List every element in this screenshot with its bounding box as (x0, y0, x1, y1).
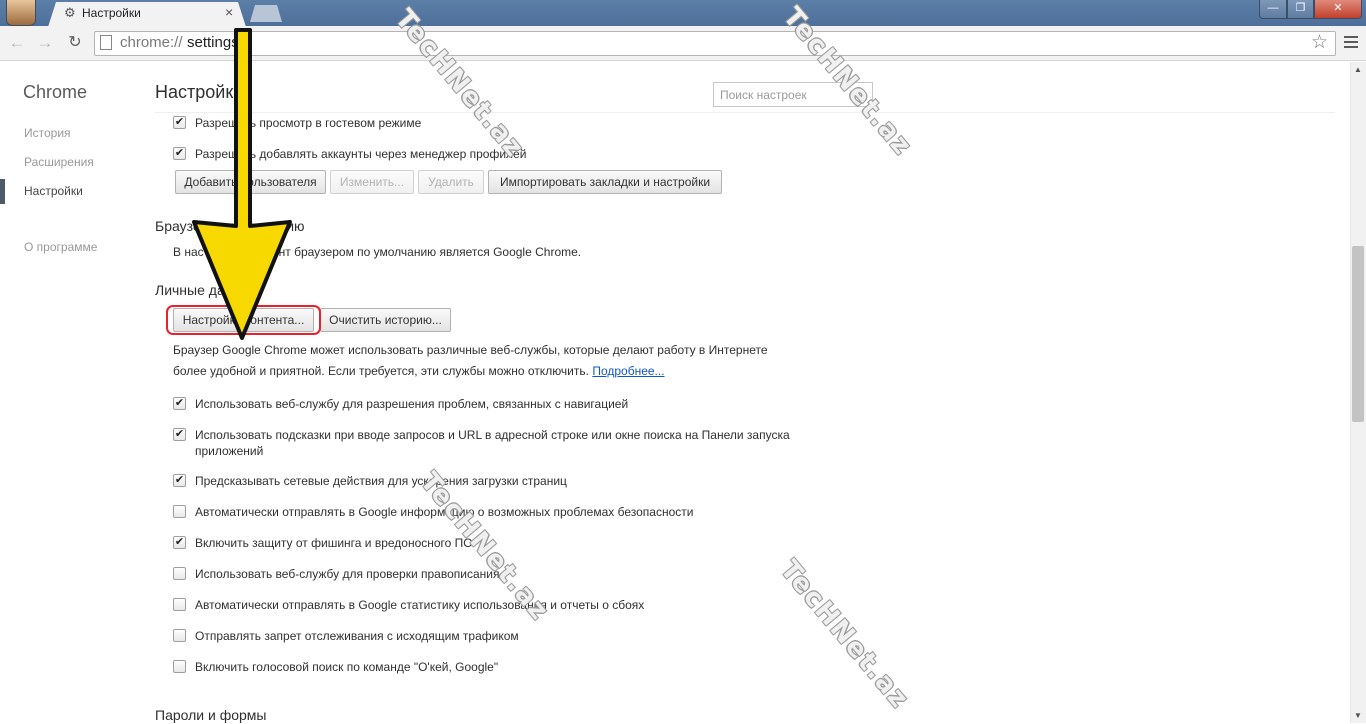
delete-user-button[interactable]: Удалить (418, 170, 484, 194)
privacy-description-line2: более удобной и приятной. Если требуется… (173, 361, 665, 381)
reload-icon[interactable]: ↻ (64, 33, 86, 53)
spellcheck-service-label: Использовать веб-службу для проверки пра… (195, 567, 500, 581)
phishing-protection-checkbox[interactable]: ✔ (173, 536, 186, 549)
watermark: TecHNet.az (774, 555, 915, 715)
close-tab-icon[interactable]: × (225, 5, 233, 19)
voice-search-label: Включить голосовой поиск по команде "О'к… (195, 660, 499, 674)
bookmark-star-icon[interactable]: ☆ (1311, 31, 1328, 55)
gear-icon: ⚙ (64, 5, 76, 20)
scrollbar-thumb[interactable] (1352, 246, 1364, 422)
forward-arrow-icon[interactable]: → (34, 33, 56, 53)
search-suggestions-label-line2: приложений (195, 444, 264, 458)
predict-network-checkbox[interactable]: ✔ (173, 474, 186, 487)
usage-stats-label: Автоматически отправлять в Google статис… (195, 598, 645, 612)
tab-title: Настройки (82, 6, 141, 20)
nav-error-service-checkbox[interactable]: ✔ (173, 397, 186, 410)
minimize-button[interactable]: — (1259, 0, 1287, 19)
sidebar-item-about[interactable]: О программе (24, 239, 97, 255)
tab-settings[interactable] (48, 2, 246, 27)
nav-error-service-label: Использовать веб-службу для разрешения п… (195, 397, 629, 411)
security-report-checkbox[interactable] (173, 505, 186, 518)
back-arrow-icon[interactable]: ← (6, 33, 28, 53)
passwords-heading: Пароли и формы (155, 707, 267, 723)
sidebar-brand: Chrome (23, 82, 88, 102)
new-tab-button[interactable] (250, 5, 282, 22)
scroll-up-icon[interactable]: ▲ (1350, 62, 1366, 77)
search-suggestions-checkbox[interactable]: ✔ (173, 428, 186, 441)
usage-stats-checkbox[interactable] (173, 598, 186, 611)
close-window-button[interactable]: ✕ (1314, 0, 1362, 19)
do-not-track-checkbox[interactable] (173, 629, 186, 642)
import-bookmarks-button[interactable]: Импортировать закладки и настройки (488, 170, 722, 194)
profile-avatar[interactable] (6, 0, 36, 26)
search-suggestions-label: Использовать подсказки при вводе запросо… (195, 428, 790, 442)
phishing-protection-label: Включить защиту от фишинга и вредоносног… (195, 536, 473, 550)
do-not-track-label: Отправлять запрет отслеживания с исходящ… (195, 629, 519, 643)
learn-more-link[interactable]: Подробнее... (592, 364, 664, 378)
voice-search-checkbox[interactable] (173, 660, 186, 673)
scroll-down-icon[interactable]: ▼ (1350, 708, 1366, 723)
page-icon (100, 35, 112, 50)
annotation-arrow (192, 28, 292, 340)
sidebar-item-history[interactable]: История (24, 125, 71, 141)
sidebar-item-extensions[interactable]: Расширения (24, 154, 94, 170)
predict-network-label: Предсказывать сетевые действия для ускор… (195, 474, 567, 488)
maximize-button[interactable]: ❐ (1287, 0, 1314, 19)
menu-hamburger-icon[interactable] (1344, 34, 1358, 52)
sidebar-item-settings[interactable]: Настройки (24, 183, 83, 199)
privacy-description-text: более удобной и приятной. Если требуется… (173, 364, 589, 378)
spellcheck-service-checkbox[interactable] (173, 567, 186, 580)
sidebar-active-marker (0, 179, 5, 204)
